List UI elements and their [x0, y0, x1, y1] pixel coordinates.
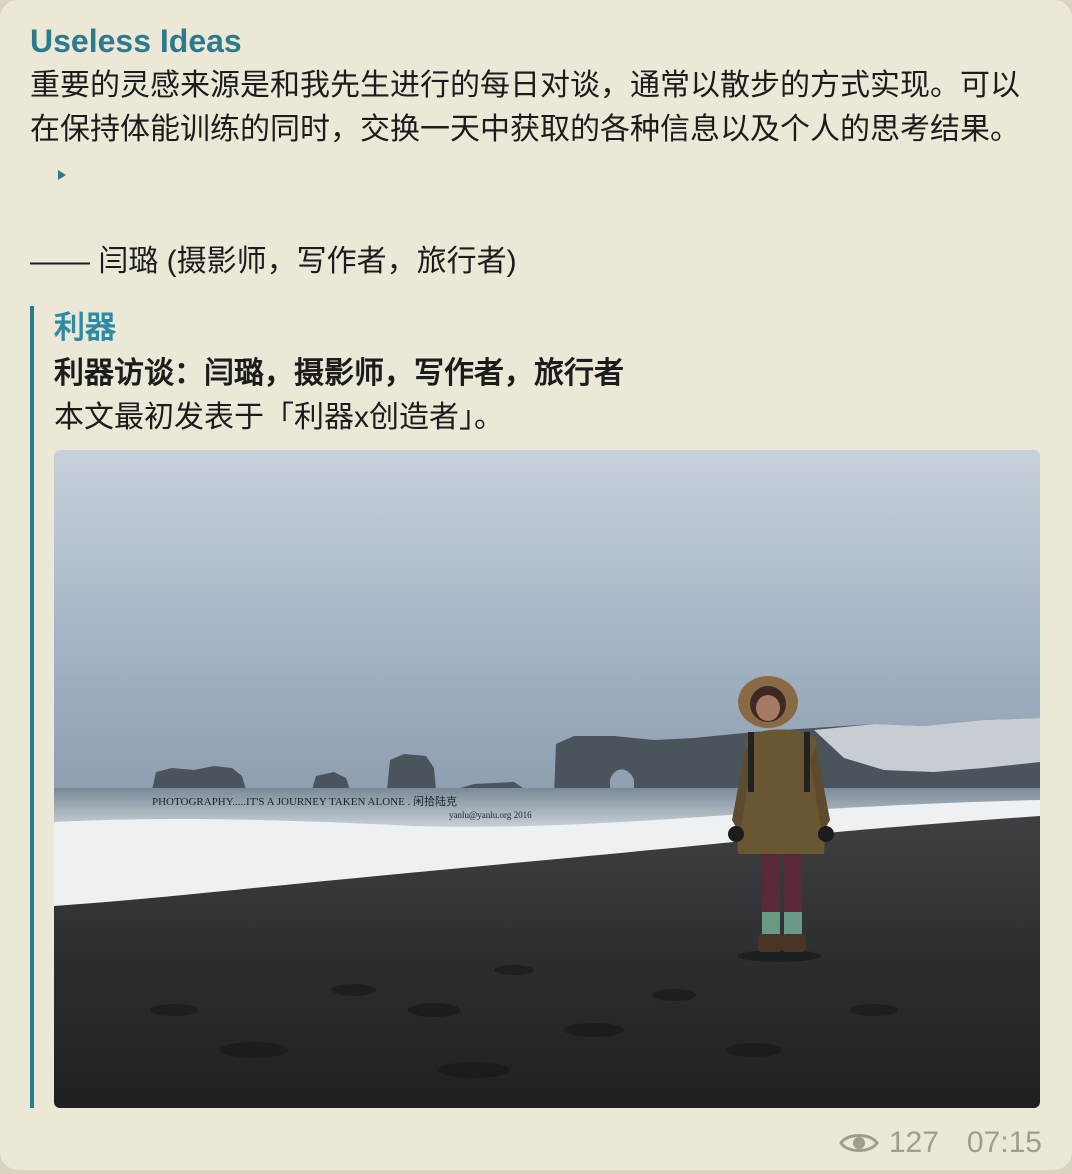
beach-photo: PHOTOGRAPHY.....IT'S A JOURNEY TAKEN ALO…: [54, 450, 1040, 1108]
view-count: 127: [888, 1126, 939, 1159]
preview-description: 本文最初发表于「利器x创造者」。: [54, 401, 504, 434]
preview-site-name: 利器: [54, 310, 116, 345]
preview-title: 利器访谈：闫璐，摄影师，写作者，旅行者: [54, 357, 624, 390]
message-attribution: —— 闫璐 (摄影师，写作者，旅行者): [30, 245, 517, 278]
message-text: 重要的灵感来源是和我先生进行的每日对谈，通常以散步的方式实现。可以在保持体能训练…: [30, 64, 1040, 196]
message-time: 07:15: [966, 1126, 1042, 1159]
link-preview[interactable]: 利器 利器访谈：闫璐，摄影师，写作者，旅行者 本文最初发表于「利器x创造者」。: [30, 306, 1042, 1108]
image-caption-line1: PHOTOGRAPHY.....IT'S A JOURNEY TAKEN ALO…: [152, 794, 457, 808]
image-caption-line2: yanlu@yanlu.org 2016: [449, 810, 532, 820]
channel-name[interactable]: Useless Ideas: [30, 22, 242, 60]
message-meta: 127 07:15: [839, 1122, 1042, 1164]
expand-arrow-icon[interactable]: [58, 170, 66, 181]
eye-icon: [839, 1134, 879, 1152]
message-bubble: Useless Ideas 重要的灵感来源是和我先生进行的每日对谈，通常以散步的…: [0, 0, 1072, 1170]
preview-image[interactable]: PHOTOGRAPHY.....IT'S A JOURNEY TAKEN ALO…: [54, 450, 1040, 1108]
message-body: 重要的灵感来源是和我先生进行的每日对谈，通常以散步的方式实现。可以在保持体能训练…: [30, 69, 1020, 146]
